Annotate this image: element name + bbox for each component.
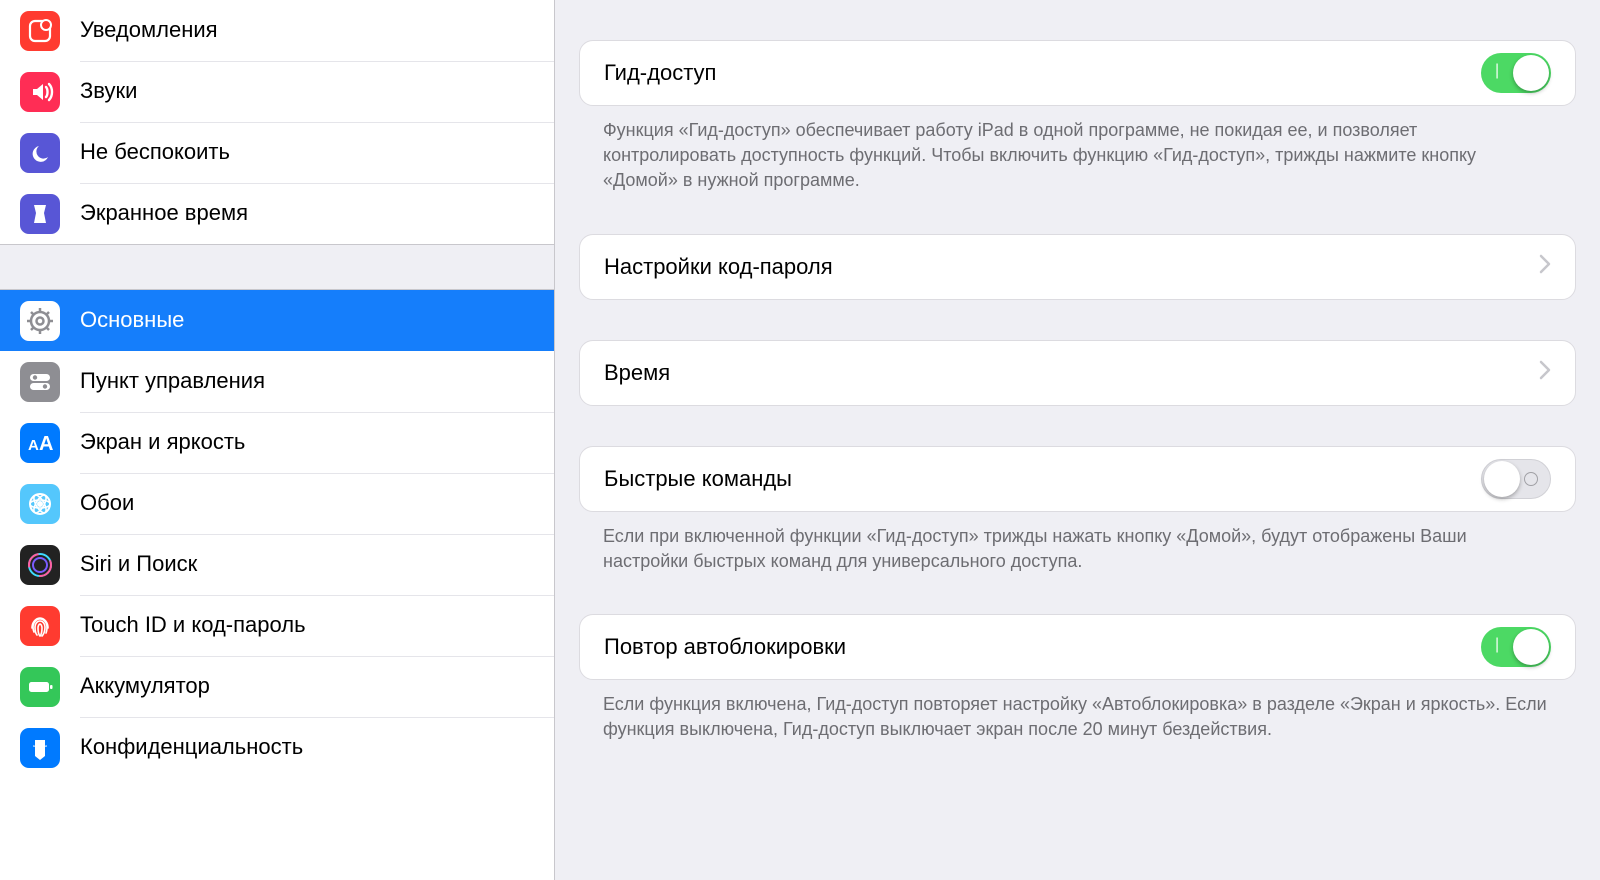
accessibility-shortcut-row[interactable]: Быстрые команды [579,446,1576,512]
siri-icon [20,545,60,585]
guided-access-toggle[interactable] [1481,53,1551,93]
sidebar-item-label: Экранное время [80,183,554,245]
sidebar-item-label: Звуки [80,61,554,123]
sidebar-item-screentime[interactable]: Экранное время [0,183,554,244]
general-icon [20,301,60,341]
sidebar-item-label: Пункт управления [80,351,554,413]
sidebar-item-label: Аккумулятор [80,656,554,718]
passcode-settings-row[interactable]: Настройки код-пароля [579,234,1576,300]
wallpaper-icon [20,484,60,524]
sidebar-item-battery[interactable]: Аккумулятор [0,656,554,717]
sidebar-item-touchid[interactable]: Touch ID и код-пароль [0,595,554,656]
accessibility-shortcut-description: Если при включенной функции «Гид-доступ»… [579,512,1576,574]
settings-sidebar: УведомленияЗвукиНе беспокоитьЭкранное вр… [0,0,555,880]
accessibility-shortcut-toggle[interactable] [1481,459,1551,499]
sidebar-item-display[interactable]: Экран и яркость [0,412,554,473]
guided-access-row[interactable]: Гид-доступ [579,40,1576,106]
mirror-autolock-label: Повтор автоблокировки [604,634,1481,660]
notif-icon [20,11,60,51]
sidebar-item-label: Не беспокоить [80,122,554,184]
screentime-icon [20,194,60,234]
guided-access-description: Функция «Гид-доступ» обеспечивает работу… [579,106,1576,194]
sidebar-item-general[interactable]: Основные [0,290,554,351]
sidebar-separator [0,244,554,290]
battery-icon [20,667,60,707]
touchid-icon [20,606,60,646]
sidebar-item-privacy[interactable]: Конфиденциальность [0,717,554,778]
sidebar-item-label: Конфиденциальность [80,717,554,779]
mirror-autolock-toggle[interactable] [1481,627,1551,667]
chevron-right-icon [1539,254,1551,280]
control-icon [20,362,60,402]
sidebar-item-sounds[interactable]: Звуки [0,61,554,122]
sidebar-item-label: Экран и яркость [80,412,554,474]
sound-icon [20,72,60,112]
sidebar-item-controlcenter[interactable]: Пункт управления [0,351,554,412]
detail-pane: Гид-доступ Функция «Гид-доступ» обеспечи… [555,0,1600,880]
passcode-settings-label: Настройки код-пароля [604,254,1539,280]
chevron-right-icon [1539,360,1551,386]
accessibility-shortcut-label: Быстрые команды [604,466,1481,492]
sidebar-item-label: Обои [80,473,554,535]
mirror-autolock-row[interactable]: Повтор автоблокировки [579,614,1576,680]
sidebar-item-wallpaper[interactable]: Обои [0,473,554,534]
privacy-icon [20,728,60,768]
sidebar-item-dnd[interactable]: Не беспокоить [0,122,554,183]
sidebar-item-siri[interactable]: Siri и Поиск [0,534,554,595]
sidebar-item-label: Уведомления [80,0,554,62]
sidebar-item-label: Основные [80,290,554,352]
dnd-icon [20,133,60,173]
sidebar-item-notifications[interactable]: Уведомления [0,0,554,61]
mirror-autolock-description: Если функция включена, Гид-доступ повтор… [579,680,1576,742]
time-limits-row[interactable]: Время [579,340,1576,406]
display-icon [20,423,60,463]
time-limits-label: Время [604,360,1539,386]
guided-access-label: Гид-доступ [604,60,1481,86]
sidebar-item-label: Siri и Поиск [80,534,554,596]
sidebar-item-label: Touch ID и код-пароль [80,595,554,657]
